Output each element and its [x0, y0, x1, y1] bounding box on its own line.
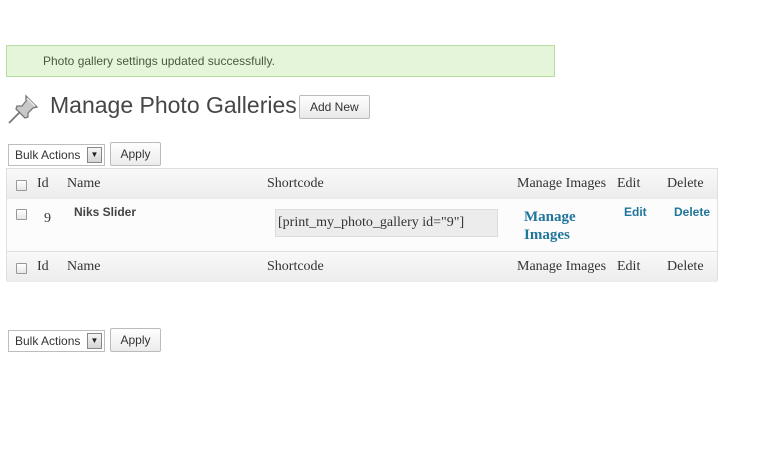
row-id: 9: [44, 211, 51, 226]
column-id[interactable]: Id: [37, 169, 49, 199]
column-delete: Delete: [667, 176, 704, 191]
delete-link[interactable]: Delete: [674, 205, 710, 219]
column-edit: Edit: [617, 176, 641, 191]
success-notice: Photo gallery settings updated successfu…: [6, 45, 555, 77]
bulk-actions-selected: Bulk Actions: [15, 148, 81, 162]
table-header: Id Name Shortcode Manage Images Edit Del…: [7, 169, 717, 200]
footer-column-id[interactable]: Id: [37, 252, 49, 282]
add-new-button[interactable]: Add New: [299, 95, 370, 119]
notice-message: Photo gallery settings updated successfu…: [43, 54, 275, 68]
column-manage-images: Manage Images: [517, 176, 607, 191]
apply-button[interactable]: Apply: [110, 142, 161, 166]
bulk-actions-selected-bottom: Bulk Actions: [15, 334, 81, 348]
edit-link[interactable]: Edit: [624, 205, 647, 219]
footer-column-edit: Edit: [617, 259, 641, 274]
row-name: Niks Slider: [74, 205, 137, 219]
apply-button-bottom[interactable]: Apply: [110, 328, 161, 352]
footer-column-delete: Delete: [667, 259, 704, 274]
column-name[interactable]: Name: [67, 169, 100, 199]
table-footer: Id Name Shortcode Manage Images Edit Del…: [7, 251, 717, 282]
footer-column-name[interactable]: Name: [67, 252, 100, 282]
footer-column-manage-images: Manage Images: [517, 259, 607, 274]
galleries-table: Id Name Shortcode Manage Images Edit Del…: [6, 168, 718, 282]
bulk-actions-select-bottom[interactable]: Bulk Actions ▼: [8, 330, 105, 352]
page-title: Manage Photo Galleries: [50, 92, 297, 118]
row-checkbox[interactable]: [16, 209, 27, 220]
select-all-checkbox-footer[interactable]: [16, 263, 27, 274]
bulk-actions-select[interactable]: Bulk Actions ▼: [8, 144, 105, 166]
dropdown-arrow-icon[interactable]: ▼: [87, 333, 102, 349]
manage-images-link[interactable]: Manage Images: [524, 208, 594, 244]
table-row: 9 Niks Slider [print_my_photo_gallery id…: [7, 199, 717, 251]
pushpin-icon: [8, 94, 39, 124]
select-all-checkbox[interactable]: [16, 180, 27, 191]
shortcode-field[interactable]: [print_my_photo_gallery id="9"]: [275, 209, 498, 237]
page-header: Manage Photo Galleries Add New: [6, 90, 606, 126]
column-shortcode: Shortcode: [267, 176, 324, 191]
footer-column-shortcode: Shortcode: [267, 259, 324, 274]
dropdown-arrow-icon[interactable]: ▼: [87, 147, 102, 163]
